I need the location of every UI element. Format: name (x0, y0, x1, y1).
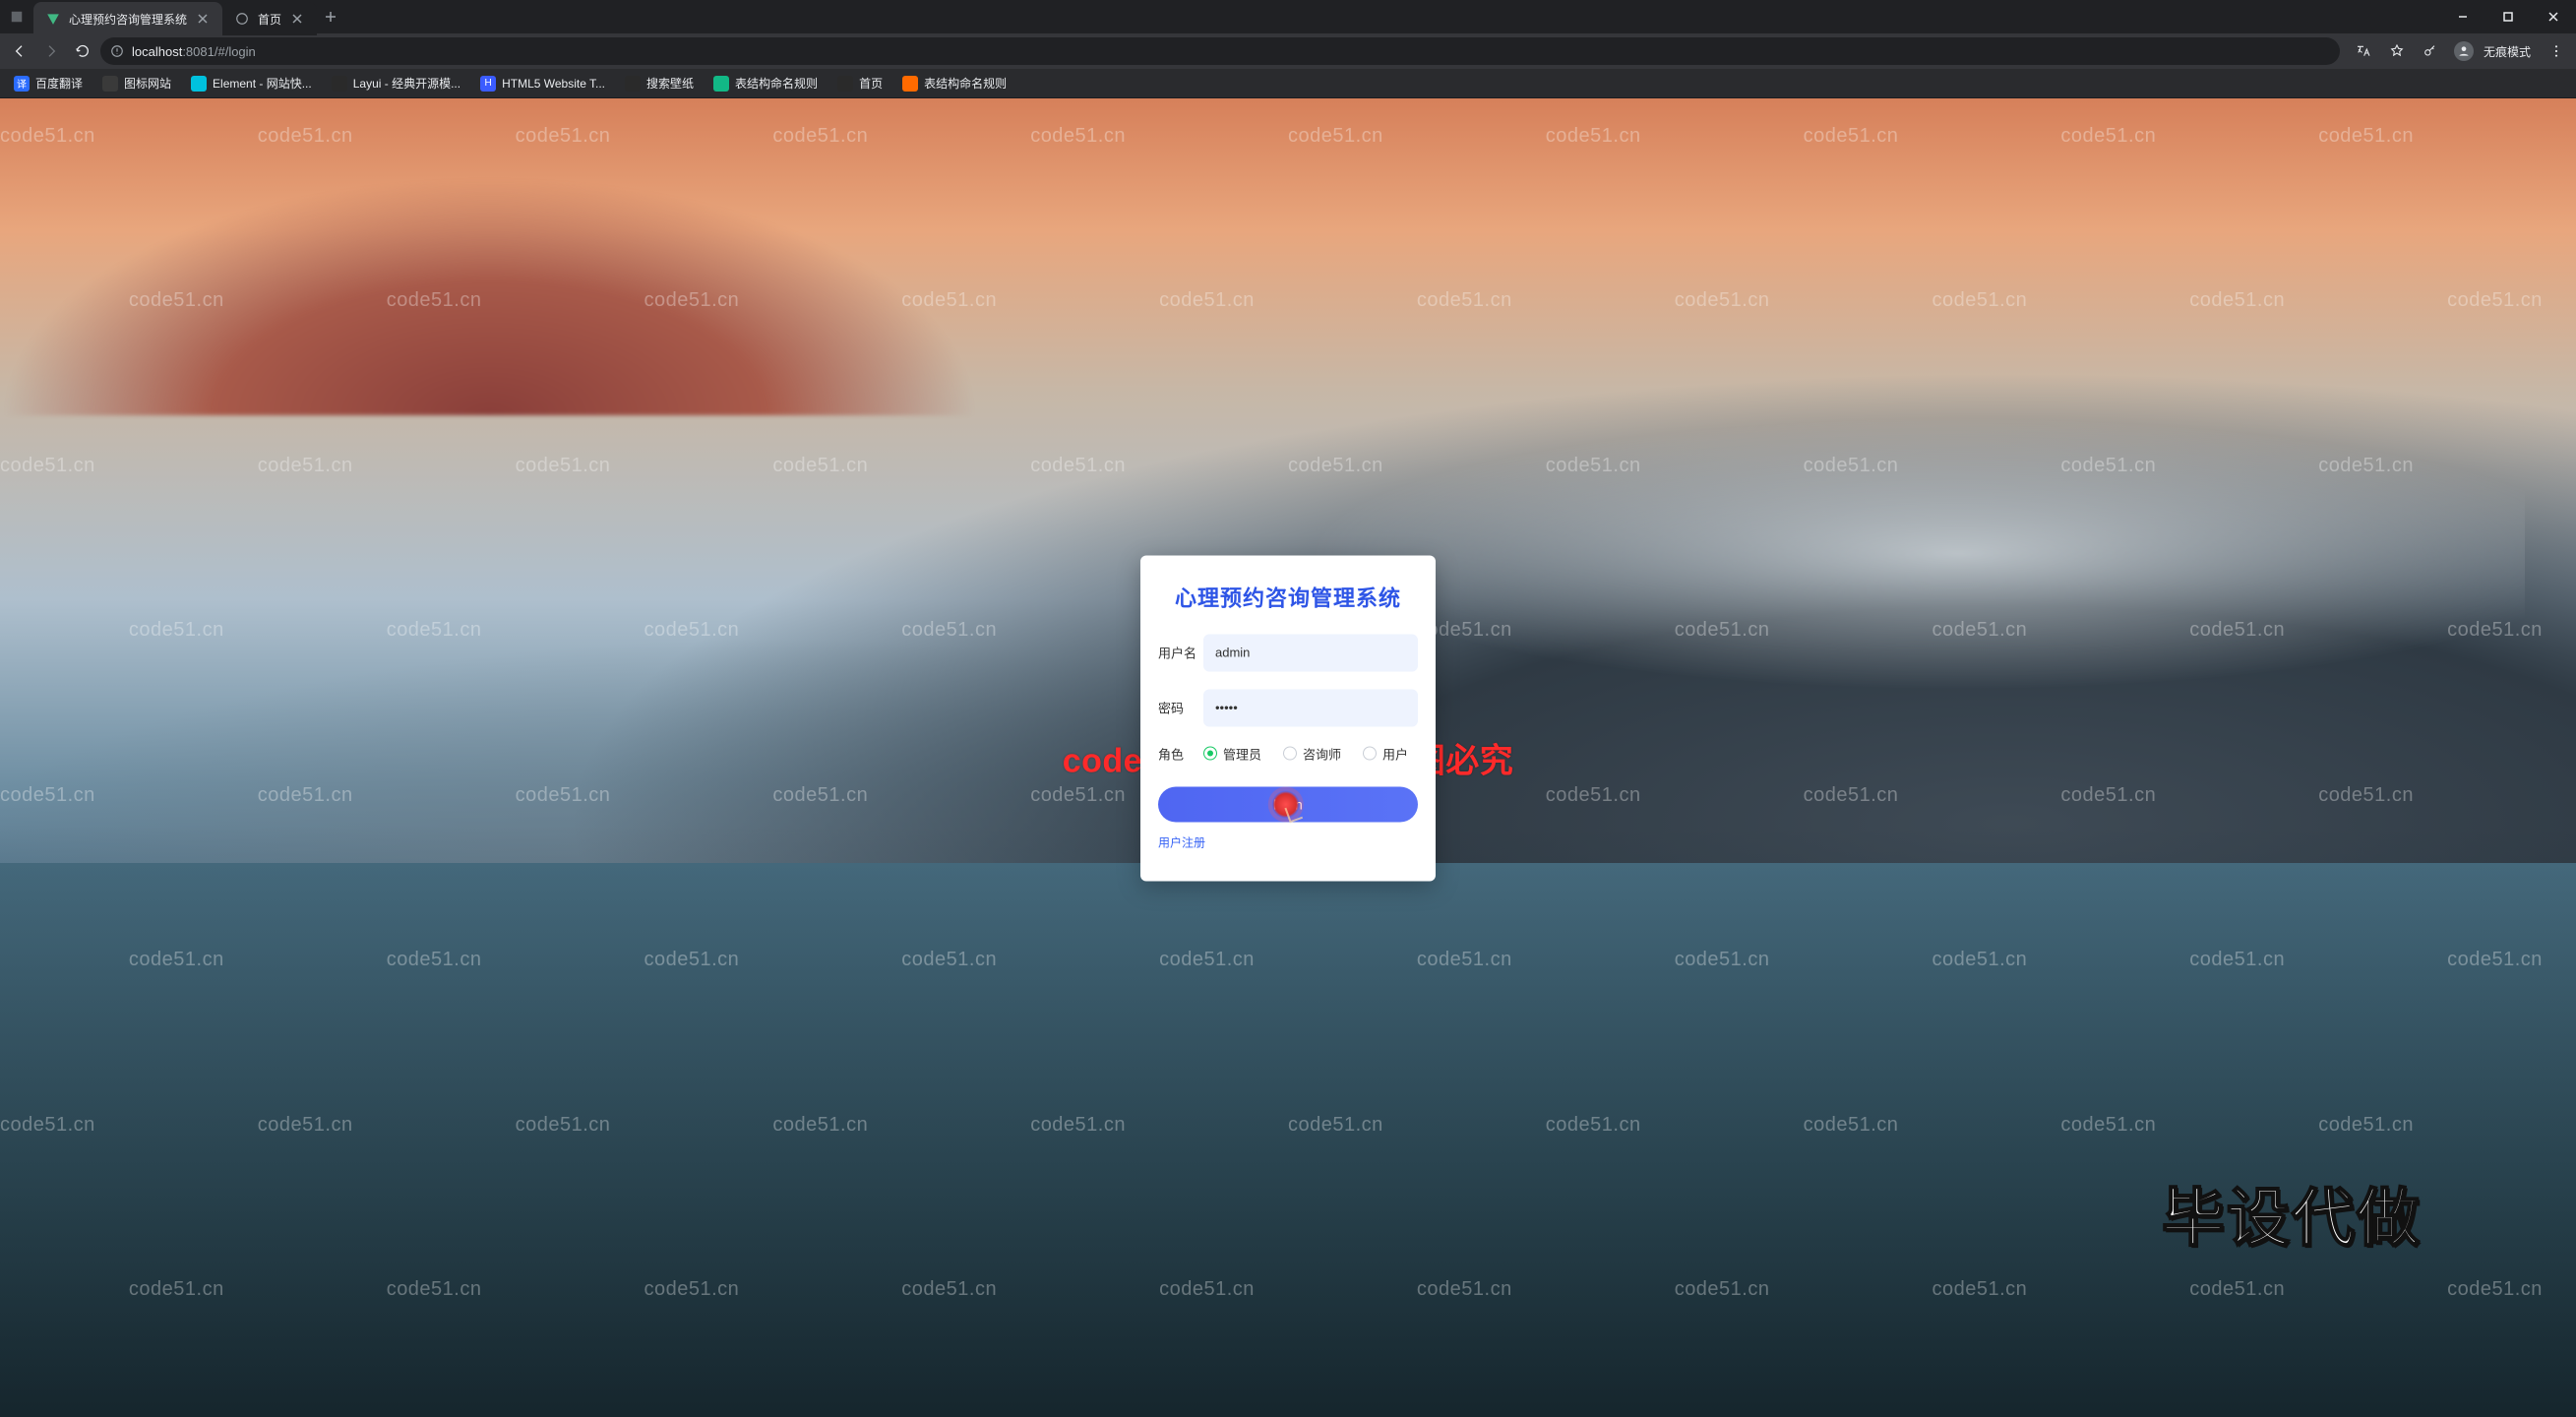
bookmark-label: 表结构命名规则 (924, 75, 1007, 92)
password-label: 密码 (1158, 699, 1203, 717)
bookmark-favicon-icon (102, 76, 118, 92)
maximize-button[interactable] (2485, 0, 2531, 33)
register-link[interactable]: 用户注册 (1158, 835, 1205, 849)
radio-dot-icon (1283, 747, 1297, 761)
browser-chrome: 心理预约咨询管理系统 首页 (0, 0, 2576, 98)
tab-title: 首页 (258, 11, 281, 28)
toolbar: localhost:8081/#/login 无痕模式 (0, 33, 2576, 69)
back-button[interactable] (6, 37, 33, 65)
bookmark-favicon-icon (332, 76, 347, 92)
username-input[interactable] (1203, 634, 1418, 671)
password-input[interactable] (1203, 689, 1418, 726)
bookmarks-bar: 译百度翻译 图标网站 Element - 网站快... Layui - 经典开源… (0, 69, 2576, 98)
radio-label: 咨询师 (1303, 744, 1341, 763)
close-tab-icon[interactable] (289, 11, 305, 27)
watermark-large: 毕设代做 (2162, 1168, 2422, 1259)
new-tab-button[interactable] (317, 0, 344, 33)
radio-label: 管理员 (1223, 744, 1261, 763)
forward-button[interactable] (37, 37, 65, 65)
system-menu-icon[interactable] (0, 0, 33, 33)
bookmark-item[interactable]: 搜索壁纸 (617, 72, 702, 94)
bookmark-favicon-icon: H (480, 76, 496, 92)
bookmark-favicon-icon (191, 76, 207, 92)
tab-active[interactable]: 心理预约咨询管理系统 (33, 2, 222, 35)
role-radio-admin[interactable]: 管理员 (1203, 744, 1261, 763)
background-reflection (0, 863, 2576, 1417)
password-row: 密码 (1158, 689, 1418, 726)
role-radio-user[interactable]: 用户 (1363, 744, 1408, 763)
login-card: 心理预约咨询管理系统 用户名 密码 角色 管理员 咨询师 用户 login 用户… (1140, 555, 1436, 881)
bookmark-label: 图标网站 (124, 75, 171, 92)
menu-kebab-icon[interactable] (2543, 37, 2570, 65)
radio-label: 用户 (1382, 744, 1408, 763)
bookmark-item[interactable]: 表结构命名规则 (705, 72, 826, 94)
bookmark-favicon-icon (837, 76, 853, 92)
incognito-label: 无痕模式 (2484, 43, 2537, 60)
bookmark-favicon-icon (902, 76, 918, 92)
address-bar[interactable]: localhost:8081/#/login (100, 37, 2340, 65)
bookmark-label: 百度翻译 (35, 75, 83, 92)
bookmark-label: HTML5 Website T... (502, 77, 605, 91)
bookmark-label: 表结构命名规则 (735, 75, 818, 92)
username-label: 用户名 (1158, 644, 1203, 662)
vue-favicon-icon (45, 11, 61, 27)
page-viewport: code51.cncode51.cncode51.cncode51.cncode… (0, 98, 2576, 1417)
bookmark-item[interactable]: 图标网站 (94, 72, 179, 94)
bookmark-item[interactable]: 表结构命名规则 (894, 72, 1014, 94)
tab-title: 心理预约咨询管理系统 (69, 11, 187, 28)
role-row: 角色 管理员 咨询师 用户 (1158, 744, 1418, 763)
bookmark-item[interactable]: Element - 网站快... (183, 72, 320, 94)
login-button label: login (1273, 796, 1303, 812)
bookmark-label: Layui - 经典开源模... (353, 75, 460, 92)
bookmark-item[interactable]: H HTML5 Website T... (472, 73, 613, 94)
translate-icon[interactable] (2350, 37, 2377, 65)
register-row: 用户注册 (1158, 833, 1418, 851)
url-text: localhost:8081/#/login (132, 44, 256, 59)
close-tab-icon[interactable] (195, 11, 211, 27)
close-window-button[interactable] (2531, 0, 2576, 33)
bookmark-item[interactable]: 首页 (829, 72, 890, 94)
password-key-icon[interactable] (2417, 37, 2444, 65)
role-label: 角色 (1158, 744, 1203, 763)
bookmark-star-icon[interactable] (2383, 37, 2411, 65)
radio-dot-icon (1363, 747, 1377, 761)
tab-inactive[interactable]: 首页 (222, 2, 317, 35)
username-row: 用户名 (1158, 634, 1418, 671)
radio-dot-icon (1203, 747, 1217, 761)
minimize-button[interactable] (2440, 0, 2485, 33)
bookmark-label: 搜索壁纸 (646, 75, 694, 92)
reload-button[interactable] (69, 37, 96, 65)
window-controls (2440, 0, 2576, 33)
titlebar: 心理预约咨询管理系统 首页 (0, 0, 2576, 33)
page-favicon-icon (234, 11, 250, 27)
background-clouds (0, 177, 979, 414)
bookmark-favicon-icon (713, 76, 729, 92)
bookmark-favicon-icon: 译 (14, 76, 30, 92)
site-info-icon[interactable] (110, 44, 124, 58)
bookmark-label: Element - 网站快... (213, 75, 312, 92)
bookmark-favicon-icon (625, 76, 641, 92)
profile-avatar[interactable] (2450, 37, 2478, 65)
login-title: 心理预约咨询管理系统 (1158, 581, 1418, 612)
role-radio-counselor[interactable]: 咨询师 (1283, 744, 1341, 763)
bookmark-item[interactable]: Layui - 经典开源模... (324, 72, 468, 94)
bookmark-item[interactable]: 译百度翻译 (6, 72, 91, 94)
bookmark-label: 首页 (859, 75, 883, 92)
login-button[interactable]: login (1158, 786, 1418, 822)
